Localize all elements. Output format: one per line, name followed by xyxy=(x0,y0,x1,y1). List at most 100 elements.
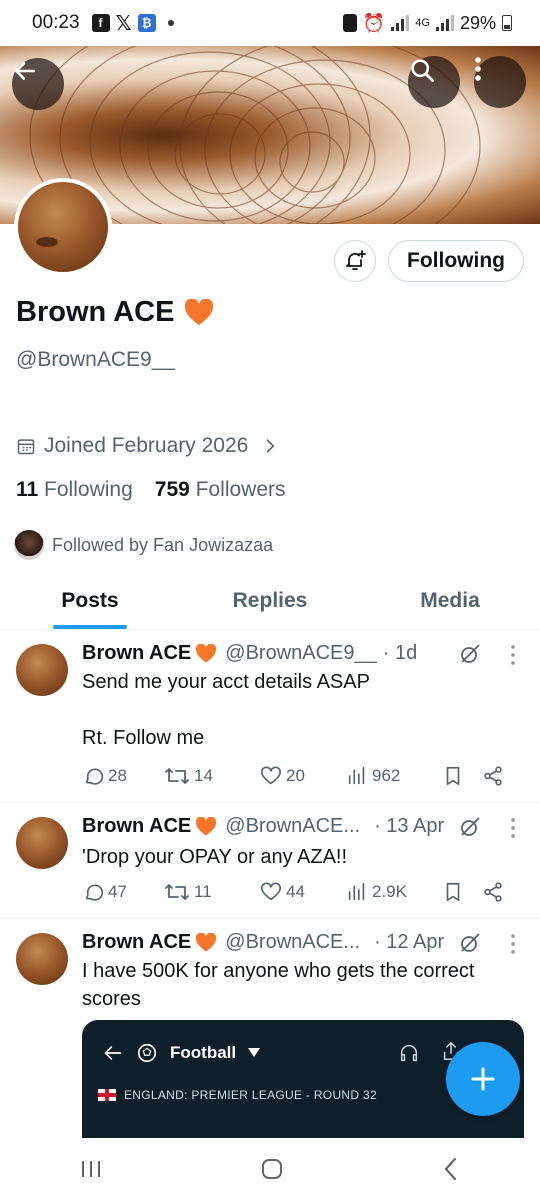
profile-display-name: Brown ACE xyxy=(16,296,214,329)
bookmark-icon[interactable] xyxy=(442,765,464,787)
post-actions: 47 11 44 2.9K xyxy=(82,879,522,905)
search-button[interactable] xyxy=(408,56,460,108)
app-notification-icon xyxy=(342,14,357,32)
more-vertical-icon xyxy=(475,57,481,81)
more-vertical-icon[interactable] xyxy=(506,644,520,666)
more-options-button[interactable] xyxy=(474,56,526,108)
reply-icon xyxy=(85,768,104,785)
post-actions: 28 14 20 962 xyxy=(82,763,522,789)
compose-post-button[interactable] xyxy=(446,1042,520,1116)
joined-date[interactable]: Joined February 2026 xyxy=(16,434,280,458)
profile-tabs: Posts Replies Media xyxy=(0,572,540,630)
post-author-name[interactable]: Brown ACE xyxy=(82,815,191,838)
post-header: Brown ACE @BrownACE9__ · 1d xyxy=(82,642,417,665)
post-time: · 12 Apr xyxy=(374,931,445,953)
profile-avatar[interactable] xyxy=(14,178,112,276)
arrow-left-icon xyxy=(15,62,35,80)
joined-text: Joined February 2026 xyxy=(44,434,249,457)
chevron-right-icon xyxy=(266,439,275,453)
grok-icon[interactable] xyxy=(458,642,482,666)
post-header: Brown ACE @BrownACE... · 12 Apr xyxy=(82,931,444,954)
post-avatar[interactable] xyxy=(16,817,68,869)
plus-icon xyxy=(471,1067,495,1091)
following-button[interactable]: Following xyxy=(388,240,524,282)
battery-icon xyxy=(502,15,512,31)
followers-stat[interactable]: 759 Followers xyxy=(155,478,286,502)
post-header: Brown ACE @BrownACE... · 13 Apr xyxy=(82,815,444,838)
status-time: 00:23 xyxy=(32,12,80,33)
back-button[interactable] xyxy=(12,58,64,110)
more-vertical-icon[interactable] xyxy=(506,933,520,955)
share-icon[interactable] xyxy=(482,881,504,903)
orange-heart-icon xyxy=(196,932,217,952)
tab-replies[interactable]: Replies xyxy=(180,572,360,629)
notifications-bell-button[interactable] xyxy=(334,240,376,282)
bookmark-icon[interactable] xyxy=(442,881,464,903)
heart-outline-icon xyxy=(261,766,281,785)
post-text: Send me your acct details ASAP Rt. Follo… xyxy=(82,671,370,749)
post-time: · 13 Apr xyxy=(374,815,445,837)
following-stat[interactable]: 11 Following xyxy=(16,478,133,502)
post-item[interactable]: Brown ACE @BrownACE... · 13 Apr 'Drop yo… xyxy=(0,803,540,919)
status-bar: 00:23 f 𝕏 ₿ ⏰ 4G 29% xyxy=(0,0,540,46)
post-author-handle: @BrownACE... xyxy=(225,815,361,837)
tab-posts[interactable]: Posts xyxy=(0,572,180,629)
back-nav-icon[interactable] xyxy=(440,1156,462,1182)
views-chart-icon xyxy=(348,766,365,785)
recent-apps-icon[interactable] xyxy=(78,1158,104,1180)
tab-media[interactable]: Media xyxy=(360,572,540,629)
reply-button[interactable]: 47 xyxy=(82,881,164,903)
grok-icon[interactable] xyxy=(458,931,482,955)
home-icon[interactable] xyxy=(259,1156,285,1182)
post-author-name[interactable]: Brown ACE xyxy=(82,642,191,665)
search-icon xyxy=(411,59,434,82)
profile-handle: @BrownACE9__ xyxy=(16,348,176,371)
post-text: 'Drop your OPAY or any AZA!! xyxy=(82,846,348,868)
league-label: ENGLAND: PREMIER LEAGUE - ROUND 32 xyxy=(98,1088,377,1102)
follower-avatar xyxy=(14,530,44,560)
bitcoin-icon: ₿ xyxy=(137,14,156,32)
repost-icon xyxy=(165,884,189,900)
media-header: Football xyxy=(102,1042,261,1064)
football-icon xyxy=(137,1043,157,1063)
views-button[interactable]: 962 xyxy=(346,765,442,787)
followed-by-text: Followed by Fan Jowizazaa xyxy=(52,534,274,555)
display-name-text: Brown ACE xyxy=(16,296,175,328)
like-button[interactable]: 20 xyxy=(260,765,346,787)
post-time: · 1d xyxy=(382,642,418,664)
follow-stats: 11 Following 759 Followers xyxy=(16,478,286,502)
repost-button[interactable]: 14 xyxy=(164,765,260,787)
post-avatar[interactable] xyxy=(16,644,68,696)
orange-heart-icon xyxy=(196,816,217,836)
caret-down-icon xyxy=(248,1048,261,1057)
views-button[interactable]: 2.9K xyxy=(346,881,442,903)
more-vertical-icon[interactable] xyxy=(506,817,520,839)
repost-icon xyxy=(165,768,189,784)
reply-icon xyxy=(85,884,104,901)
media-title: Football xyxy=(170,1043,237,1062)
heart-outline-icon xyxy=(261,882,281,901)
signal-icon xyxy=(391,15,410,31)
post-author-name[interactable]: Brown ACE xyxy=(82,931,191,954)
system-navigation-bar xyxy=(0,1138,540,1200)
followed-by[interactable]: Followed by Fan Jowizazaa xyxy=(14,530,273,560)
network-type: 4G xyxy=(415,17,430,29)
orange-heart-icon xyxy=(185,298,214,325)
alarm-icon: ⏰ xyxy=(362,12,386,33)
post-item[interactable]: Brown ACE @BrownACE9__ · 1d Send me your… xyxy=(0,630,540,803)
orange-heart-icon xyxy=(196,643,217,663)
share-icon[interactable] xyxy=(482,765,504,787)
post-text: I have 500K for anyone who gets the corr… xyxy=(82,960,475,1010)
reply-button[interactable]: 28 xyxy=(82,765,164,787)
bell-plus-icon xyxy=(346,250,366,270)
like-button[interactable]: 44 xyxy=(260,881,346,903)
notification-dot-icon xyxy=(167,20,174,26)
views-chart-icon xyxy=(348,882,365,901)
headset-icon xyxy=(400,1045,418,1062)
repost-button[interactable]: 11 xyxy=(164,881,260,903)
active-tab-indicator xyxy=(53,625,127,629)
post-avatar[interactable] xyxy=(16,933,68,985)
post-author-handle: @BrownACE... xyxy=(225,931,361,953)
arrow-left-icon xyxy=(104,1046,122,1060)
grok-icon[interactable] xyxy=(458,815,482,839)
